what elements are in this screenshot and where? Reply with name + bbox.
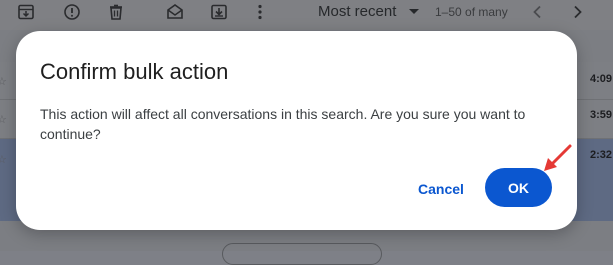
toolbar: Most recent 1–50 of many	[0, 0, 613, 30]
star-icon[interactable]: ☆	[0, 113, 7, 126]
move-to-icon[interactable]	[210, 3, 228, 21]
archive-icon[interactable]	[17, 3, 35, 21]
dialog-title: Confirm bulk action	[40, 59, 229, 84]
ok-button[interactable]: OK	[485, 168, 552, 207]
bottom-pill	[222, 243, 382, 265]
row-time: 3:59	[590, 109, 613, 121]
star-icon[interactable]: ☆	[0, 153, 7, 166]
dialog-message: This action will affect all conversation…	[40, 106, 526, 142]
caret-down-icon[interactable]	[409, 9, 419, 14]
page-count: 1–50 of many	[435, 5, 508, 19]
report-spam-icon[interactable]	[63, 3, 81, 21]
row-time: 4:09	[590, 73, 613, 85]
cancel-button[interactable]: Cancel	[408, 174, 474, 204]
row-time: 2:32	[590, 149, 613, 161]
delete-icon[interactable]	[107, 3, 125, 21]
chevron-left-icon[interactable]	[529, 3, 547, 21]
sort-dropdown[interactable]: Most recent	[318, 3, 396, 21]
more-vert-icon[interactable]	[251, 3, 269, 21]
mark-unread-icon[interactable]	[166, 3, 184, 21]
star-icon[interactable]: ☆	[0, 75, 7, 88]
confirm-dialog: Confirm bulk action This action will aff…	[16, 31, 577, 230]
chevron-right-icon[interactable]	[568, 3, 586, 21]
